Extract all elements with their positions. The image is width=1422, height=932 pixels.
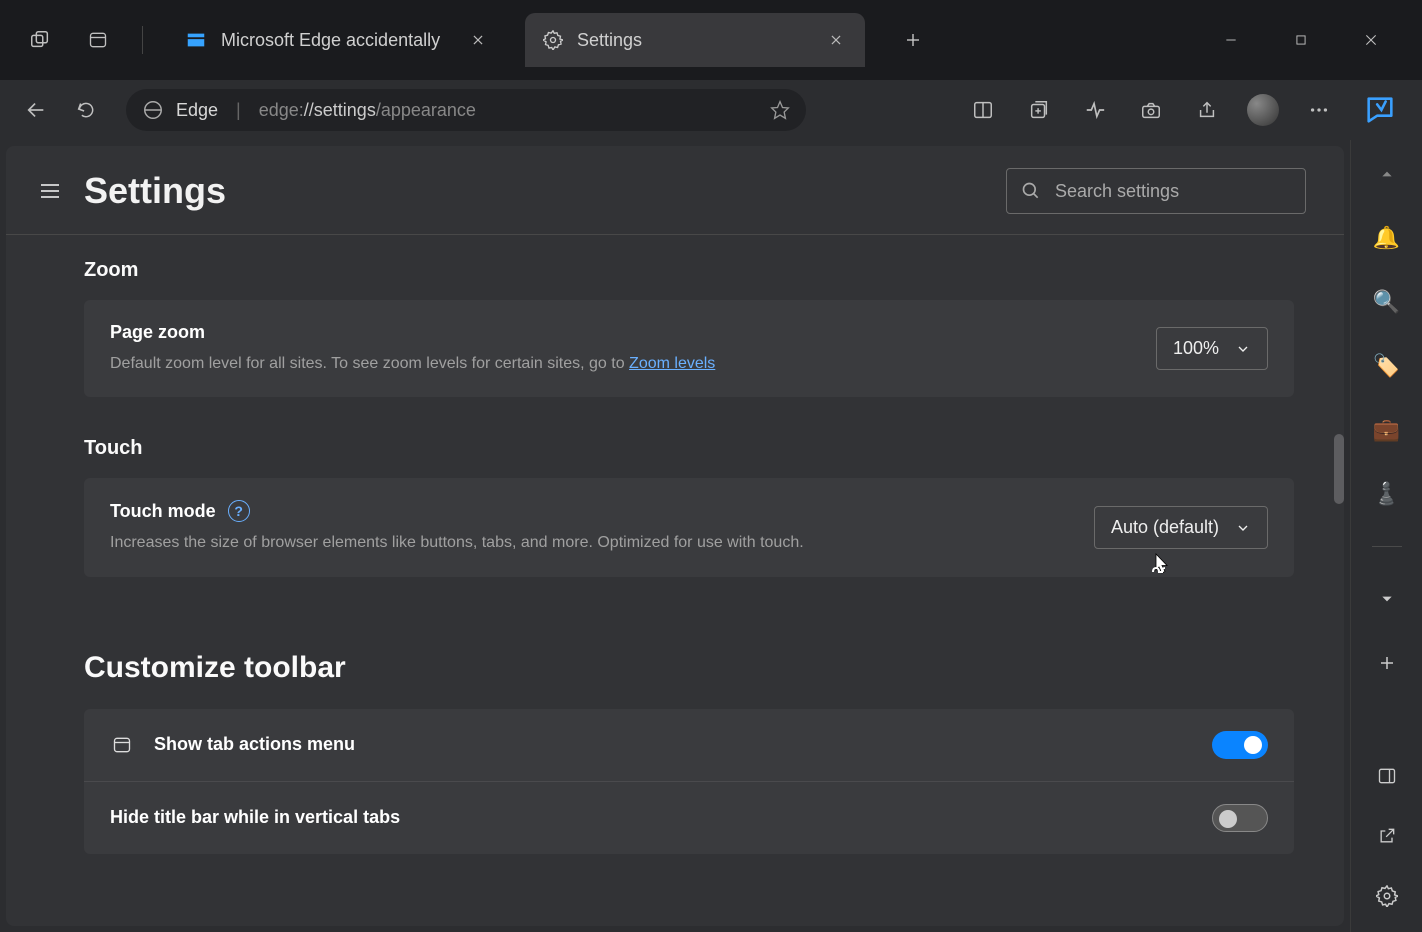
tools-icon[interactable]: 💼 — [1371, 414, 1403, 446]
sidebar-collapse-icon[interactable] — [1371, 158, 1403, 190]
row-title-page-zoom: Page zoom — [110, 322, 1140, 343]
search-settings[interactable] — [1006, 168, 1306, 214]
section-title-zoom: Zoom — [84, 259, 1294, 282]
search-input[interactable] — [1055, 181, 1291, 202]
close-icon[interactable] — [467, 29, 489, 51]
favorite-icon[interactable] — [770, 100, 790, 120]
screenshot-icon[interactable] — [1130, 89, 1172, 131]
scrollbar-thumb[interactable] — [1334, 434, 1344, 504]
sidebar-expand-icon[interactable] — [1371, 583, 1403, 615]
share-icon[interactable] — [1186, 89, 1228, 131]
setting-row-tab-actions: Show tab actions menu — [84, 709, 1294, 781]
tab-inactive[interactable]: Microsoft Edge accidentally — [167, 13, 507, 67]
window-maximize-button[interactable] — [1276, 20, 1326, 60]
window-close-button[interactable] — [1346, 20, 1396, 60]
new-tab-button[interactable] — [893, 20, 933, 60]
search-sidebar-icon[interactable]: 🔍 — [1371, 286, 1403, 318]
page-title: Settings — [84, 170, 226, 212]
sidebar-panel-icon[interactable] — [1371, 760, 1403, 792]
chevron-down-icon — [1235, 520, 1251, 536]
games-icon[interactable]: ♟️ — [1371, 478, 1403, 510]
performance-icon[interactable] — [1074, 89, 1116, 131]
collections-icon[interactable] — [1018, 89, 1060, 131]
titlebar: Microsoft Edge accidentally Settings — [0, 0, 1422, 80]
open-link-icon[interactable] — [1371, 820, 1403, 852]
add-sidebar-icon[interactable] — [1371, 647, 1403, 679]
setting-row-hide-titlebar: Hide title bar while in vertical tabs — [84, 781, 1294, 854]
window-minimize-button[interactable] — [1206, 20, 1256, 60]
notifications-icon[interactable]: 🔔 — [1371, 222, 1403, 254]
refresh-button[interactable] — [66, 90, 106, 130]
tab-active[interactable]: Settings — [525, 13, 865, 67]
profile-avatar[interactable] — [1242, 89, 1284, 131]
touch-mode-dropdown[interactable]: Auto (default) — [1094, 506, 1268, 549]
row-desc-touch: Increases the size of browser elements l… — [110, 532, 1078, 554]
section-title-touch: Touch — [84, 437, 1294, 460]
tab-label: Settings — [577, 30, 811, 51]
tab-actions-icon[interactable] — [78, 20, 118, 60]
row-desc-zoom: Default zoom level for all sites. To see… — [110, 353, 1140, 375]
browser-toolbar: Edge | edge://settings/appearance — [0, 80, 1422, 140]
shopping-icon[interactable]: 🏷️ — [1371, 350, 1403, 382]
toggle-hide-titlebar[interactable] — [1212, 804, 1268, 832]
settings-header: Settings — [6, 146, 1344, 235]
zoom-dropdown[interactable]: 100% — [1156, 327, 1268, 370]
row-title-touch-mode: Touch mode ? — [110, 500, 1078, 522]
tab-groups-icon[interactable] — [20, 20, 60, 60]
toggle-tab-actions[interactable] — [1212, 731, 1268, 759]
bing-chat-button[interactable] — [1354, 84, 1406, 136]
menu-icon[interactable] — [34, 175, 66, 207]
back-button[interactable] — [16, 90, 56, 130]
chevron-down-icon — [1235, 341, 1251, 357]
section-title-customize-toolbar: Customize toolbar — [84, 651, 1294, 685]
addressbar[interactable]: Edge | edge://settings/appearance — [126, 89, 806, 131]
favicon-page-icon — [185, 29, 207, 51]
tab-actions-row-icon — [110, 733, 134, 757]
sidebar: 🔔 🔍 🏷️ 💼 ♟️ — [1350, 140, 1422, 932]
tab-label: Microsoft Edge accidentally — [221, 30, 453, 51]
more-icon[interactable] — [1298, 89, 1340, 131]
browser-label: Edge — [176, 100, 218, 121]
close-icon[interactable] — [825, 29, 847, 51]
search-icon — [1021, 181, 1041, 201]
settings-gear-icon[interactable] — [1371, 880, 1403, 912]
edge-logo-icon — [142, 99, 164, 121]
gear-icon — [543, 30, 563, 50]
info-icon[interactable]: ? — [228, 500, 250, 522]
split-screen-icon[interactable] — [962, 89, 1004, 131]
zoom-levels-link[interactable]: Zoom levels — [629, 355, 715, 372]
